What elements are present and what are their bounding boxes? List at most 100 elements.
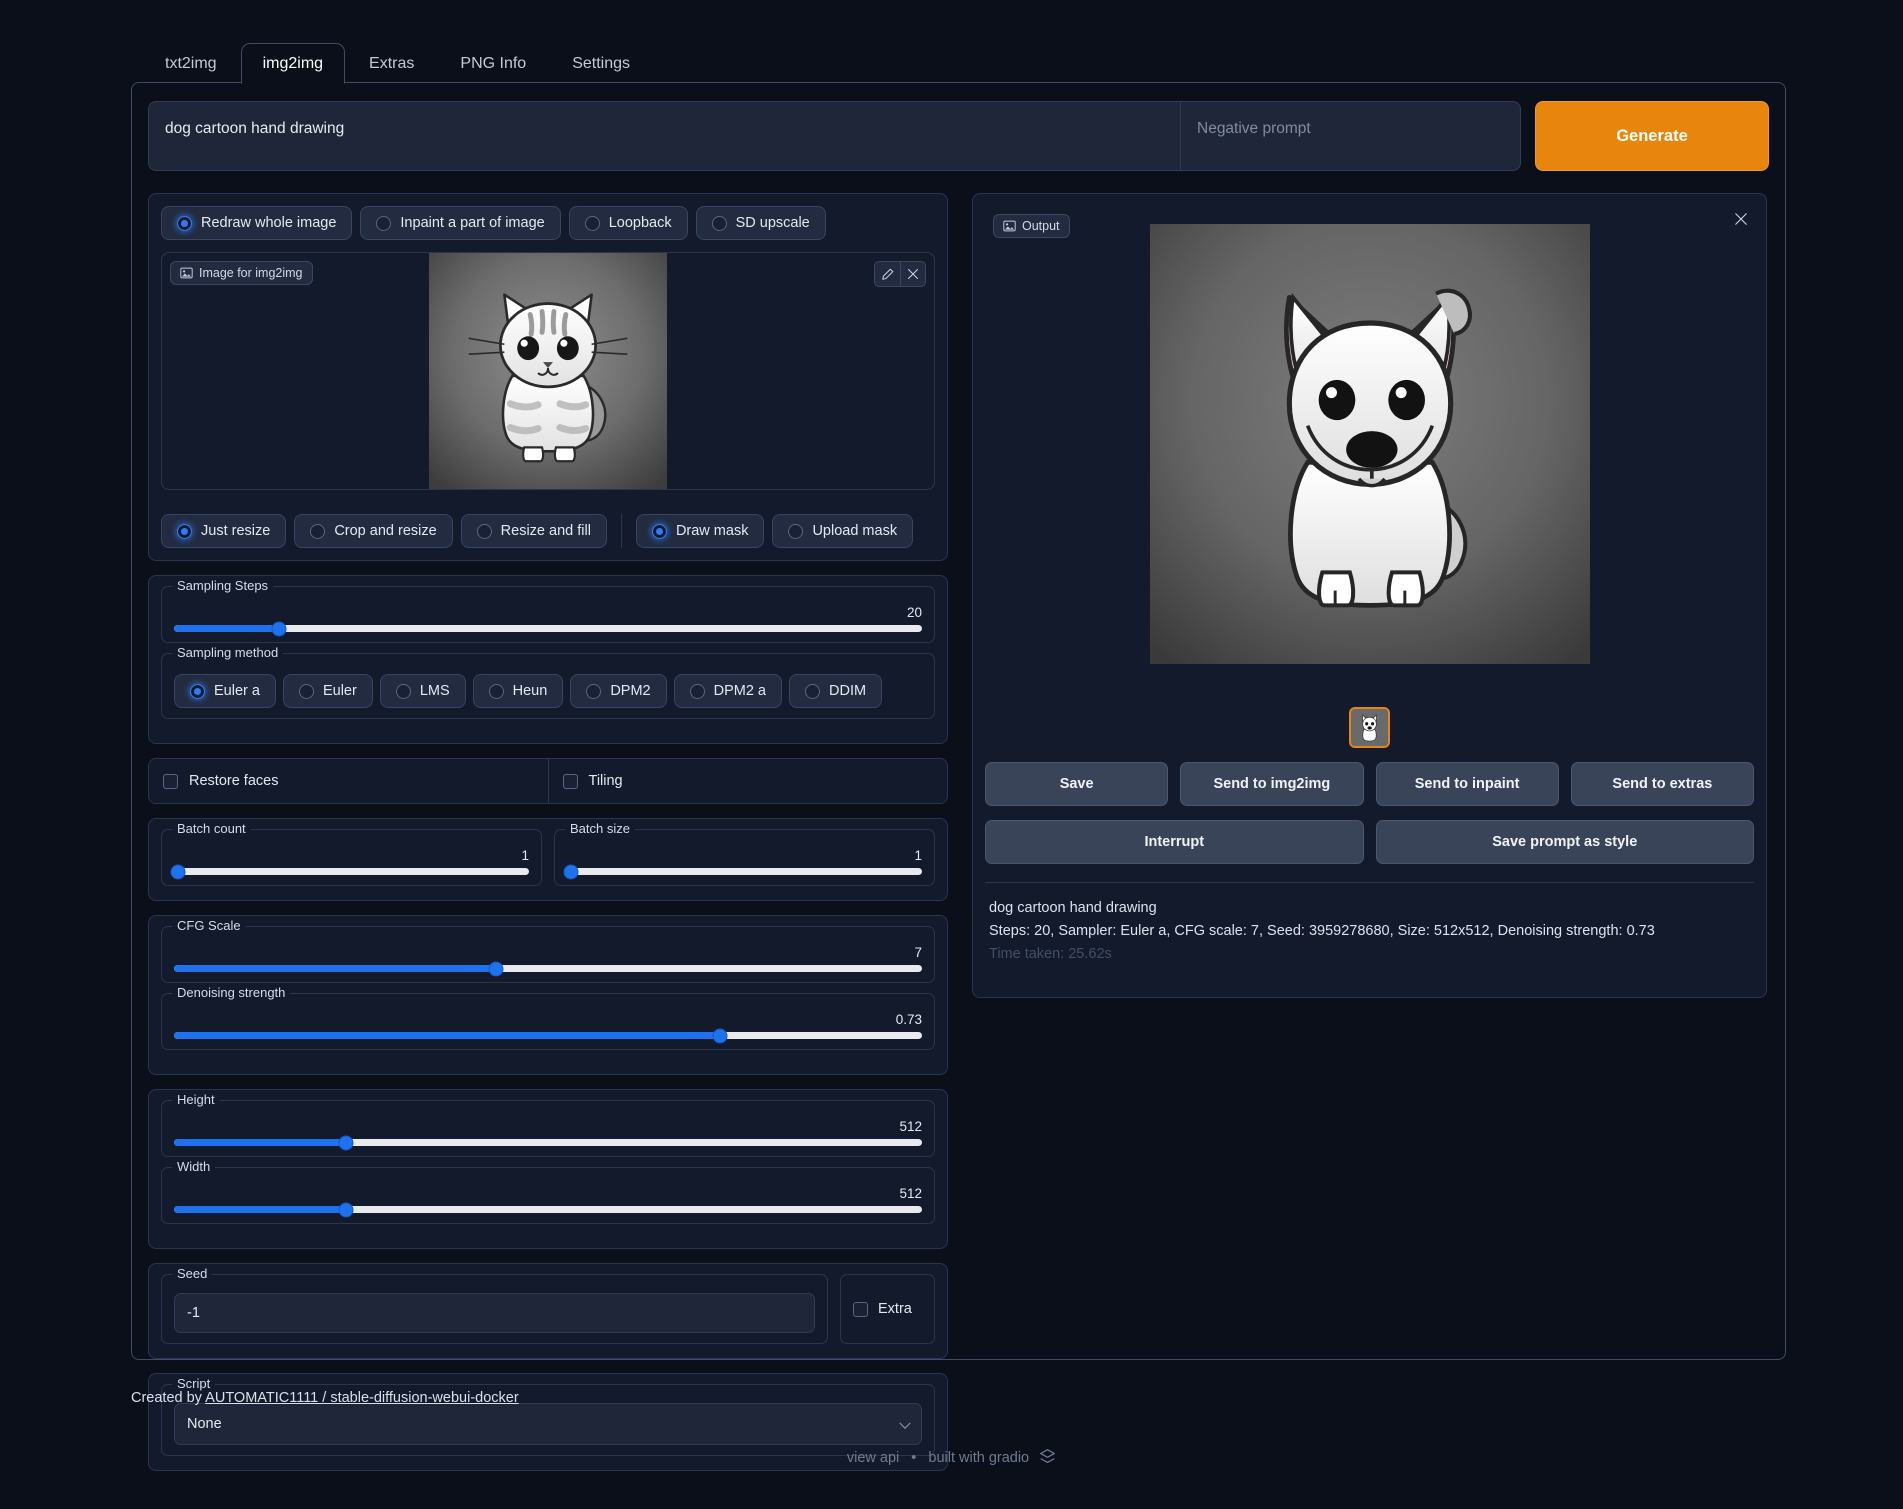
radio-lms[interactable]: LMS xyxy=(380,674,466,708)
checkbox-icon xyxy=(563,774,578,789)
checkbox-label: Extra xyxy=(878,1301,912,1317)
radio-dot-icon xyxy=(690,684,705,699)
prompt-input[interactable]: dog cartoon hand drawing xyxy=(149,102,1180,170)
generation-info: dog cartoon hand drawing Steps: 20, Samp… xyxy=(985,882,1754,985)
radio-euler-a[interactable]: Euler a xyxy=(174,674,276,708)
radio-just-resize[interactable]: Just resize xyxy=(161,514,286,548)
width-label: Width xyxy=(172,1159,215,1174)
left-column: Redraw whole image Inpaint a part of ima… xyxy=(148,193,948,1471)
view-api-link[interactable]: view api xyxy=(847,1450,899,1466)
pencil-icon[interactable] xyxy=(874,261,900,287)
radio-dot-icon xyxy=(177,524,192,539)
checkbox-label: Tiling xyxy=(589,773,623,789)
sampling-steps-label: Sampling Steps xyxy=(172,578,273,593)
cfg-scale-slider[interactable] xyxy=(174,965,922,972)
radio-euler[interactable]: Euler xyxy=(283,674,373,708)
input-image-block[interactable]: Image for img2img xyxy=(161,252,935,490)
script-select[interactable]: None xyxy=(174,1403,922,1445)
batch-size-label: Batch size xyxy=(565,821,635,836)
radio-ddim[interactable]: DDIM xyxy=(789,674,882,708)
close-icon[interactable] xyxy=(1734,212,1748,229)
input-image-tools xyxy=(874,261,926,287)
checkbox-label: Restore faces xyxy=(189,773,278,789)
prompt-row: dog cartoon hand drawing Negative prompt… xyxy=(148,101,1769,171)
send-to-img2img-button[interactable]: Send to img2img xyxy=(1180,762,1363,806)
credit-prefix: Created by xyxy=(131,1390,205,1406)
radio-resize-and-fill[interactable]: Resize and fill xyxy=(461,514,607,548)
sampling-steps-slider[interactable] xyxy=(174,625,922,632)
radio-label: LMS xyxy=(420,683,450,699)
radio-label: SD upscale xyxy=(736,215,810,231)
save-prompt-as-style-button[interactable]: Save prompt as style xyxy=(1376,820,1755,864)
negative-prompt-input[interactable]: Negative prompt xyxy=(1180,102,1520,170)
denoising-strength-slider[interactable] xyxy=(174,1032,922,1039)
radio-label: Just resize xyxy=(201,523,270,539)
chevron-down-icon xyxy=(899,1418,910,1429)
checkbox-tiling[interactable]: Tiling xyxy=(548,759,948,803)
width-slider[interactable] xyxy=(174,1206,922,1213)
mask-radio-group: Draw mask Upload mask xyxy=(621,514,913,548)
credit-link[interactable]: AUTOMATIC1111 / stable-diffusion-webui-d… xyxy=(205,1390,519,1406)
radio-label: Euler xyxy=(323,683,357,699)
checkbox-restore-faces[interactable]: Restore faces xyxy=(149,759,548,803)
radio-redraw-whole-image[interactable]: Redraw whole image xyxy=(161,206,352,240)
tab-settings[interactable]: Settings xyxy=(550,43,652,84)
radio-label: Draw mask xyxy=(676,523,749,539)
seed-label: Seed xyxy=(172,1266,212,1281)
gradio-logo-icon xyxy=(1039,1448,1056,1469)
tab-img2img[interactable]: img2img xyxy=(241,43,345,84)
radio-label: Crop and resize xyxy=(334,523,436,539)
radio-label: Heun xyxy=(513,683,548,699)
input-image-label: Image for img2img xyxy=(170,261,313,285)
cfg-scale-value: 7 xyxy=(914,945,922,960)
height-slider[interactable] xyxy=(174,1139,922,1146)
send-to-inpaint-button[interactable]: Send to inpaint xyxy=(1376,762,1559,806)
size-card: Height 512 Width 512 xyxy=(148,1089,948,1249)
output-thumbnail[interactable] xyxy=(1349,707,1390,748)
interrupt-button[interactable]: Interrupt xyxy=(985,820,1364,864)
radio-crop-and-resize[interactable]: Crop and resize xyxy=(294,514,452,548)
radio-draw-mask[interactable]: Draw mask xyxy=(636,514,765,548)
checkbox-extra[interactable]: Extra xyxy=(840,1274,935,1344)
output-actions-row-2: Interrupt Save prompt as style xyxy=(985,820,1754,864)
batch-size-value: 1 xyxy=(914,848,922,863)
generate-button[interactable]: Generate xyxy=(1535,101,1769,171)
batch-count-slider[interactable] xyxy=(174,868,529,875)
radio-label: Redraw whole image xyxy=(201,215,336,231)
output-label: Output xyxy=(993,214,1070,238)
width-value: 512 xyxy=(899,1186,922,1201)
radio-dot-icon xyxy=(805,684,820,699)
radio-inpaint-part[interactable]: Inpaint a part of image xyxy=(360,206,560,240)
tab-txt2img[interactable]: txt2img xyxy=(143,43,239,84)
batch-count-field: Batch count 1 xyxy=(161,829,542,886)
toggles-card: Restore faces Tiling xyxy=(148,758,948,804)
prompt-box: dog cartoon hand drawing Negative prompt xyxy=(148,101,1521,171)
radio-label: DDIM xyxy=(829,683,866,699)
radio-sd-upscale[interactable]: SD upscale xyxy=(696,206,826,240)
output-image-dog[interactable] xyxy=(1150,224,1590,664)
credit-line: Created by AUTOMATIC1111 / stable-diffus… xyxy=(131,1390,519,1406)
sampling-steps-value: 20 xyxy=(907,605,922,620)
close-icon[interactable] xyxy=(900,261,926,287)
tab-extras[interactable]: Extras xyxy=(347,43,436,84)
seed-input[interactable] xyxy=(174,1293,815,1333)
resize-radio-group: Just resize Crop and resize Resize and f… xyxy=(149,502,947,560)
send-to-extras-button[interactable]: Send to extras xyxy=(1571,762,1754,806)
gradio-footer: view api • built with gradio xyxy=(0,1448,1903,1469)
radio-label: Inpaint a part of image xyxy=(400,215,544,231)
image-icon xyxy=(1003,220,1016,232)
radio-heun[interactable]: Heun xyxy=(473,674,564,708)
height-field: Height 512 xyxy=(161,1100,935,1157)
tab-png-info[interactable]: PNG Info xyxy=(438,43,548,84)
radio-label: Euler a xyxy=(214,683,260,699)
batch-size-slider[interactable] xyxy=(567,868,922,875)
radio-dot-icon xyxy=(190,684,205,699)
radio-dpm2[interactable]: DPM2 xyxy=(570,674,666,708)
checkbox-icon xyxy=(853,1302,868,1317)
radio-upload-mask[interactable]: Upload mask xyxy=(772,514,913,548)
radio-loopback[interactable]: Loopback xyxy=(569,206,688,240)
radio-dpm2-a[interactable]: DPM2 a xyxy=(674,674,782,708)
img2img-settings-card: Redraw whole image Inpaint a part of ima… xyxy=(148,193,948,561)
save-button[interactable]: Save xyxy=(985,762,1168,806)
batch-card: Batch count 1 Batch size 1 xyxy=(148,818,948,901)
